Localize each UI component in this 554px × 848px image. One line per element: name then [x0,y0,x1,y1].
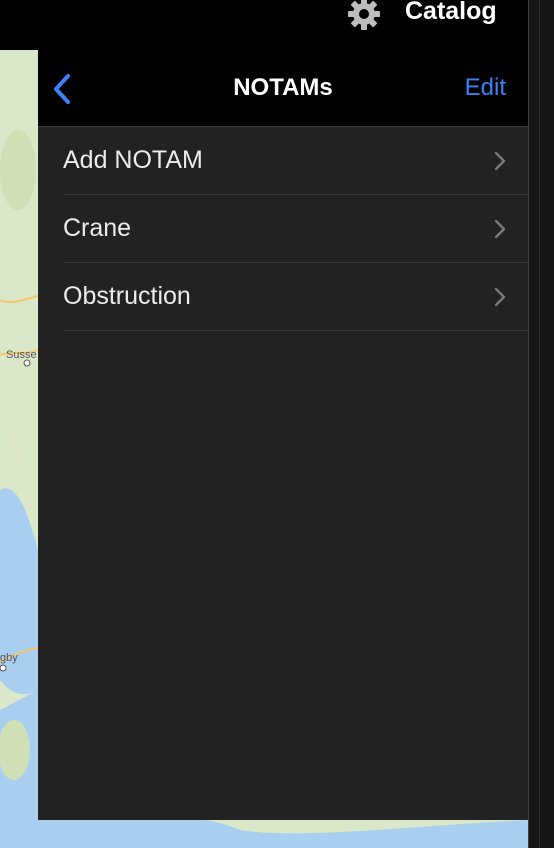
list-item-label: Obstruction [63,282,191,310]
chevron-right-icon [494,287,506,307]
top-toolbar: Catalog [0,0,528,50]
list-item-label: Add NOTAM [63,146,203,174]
gear-icon[interactable] [346,0,382,32]
catalog-button[interactable]: Catalog [405,0,497,26]
notam-list: Add NOTAM Crane Obstruction [38,127,528,331]
list-item-crane[interactable]: Crane [38,195,528,263]
map-label-gby: gby [0,652,18,664]
edit-button[interactable]: Edit [465,74,506,102]
notams-panel: NOTAMs Edit Add NOTAM Crane Obstruction [38,50,528,820]
chevron-right-icon [494,151,506,171]
list-item-label: Crane [63,214,132,242]
side-divider [528,0,554,848]
divider [63,330,528,331]
list-item-add-notam[interactable]: Add NOTAM [38,127,528,195]
map-label-susse: Susse [6,349,37,361]
list-item-obstruction[interactable]: Obstruction [38,263,528,331]
page-title: NOTAMs [233,74,333,101]
nav-bar: NOTAMs Edit [38,50,528,127]
chevron-right-icon [494,219,506,239]
